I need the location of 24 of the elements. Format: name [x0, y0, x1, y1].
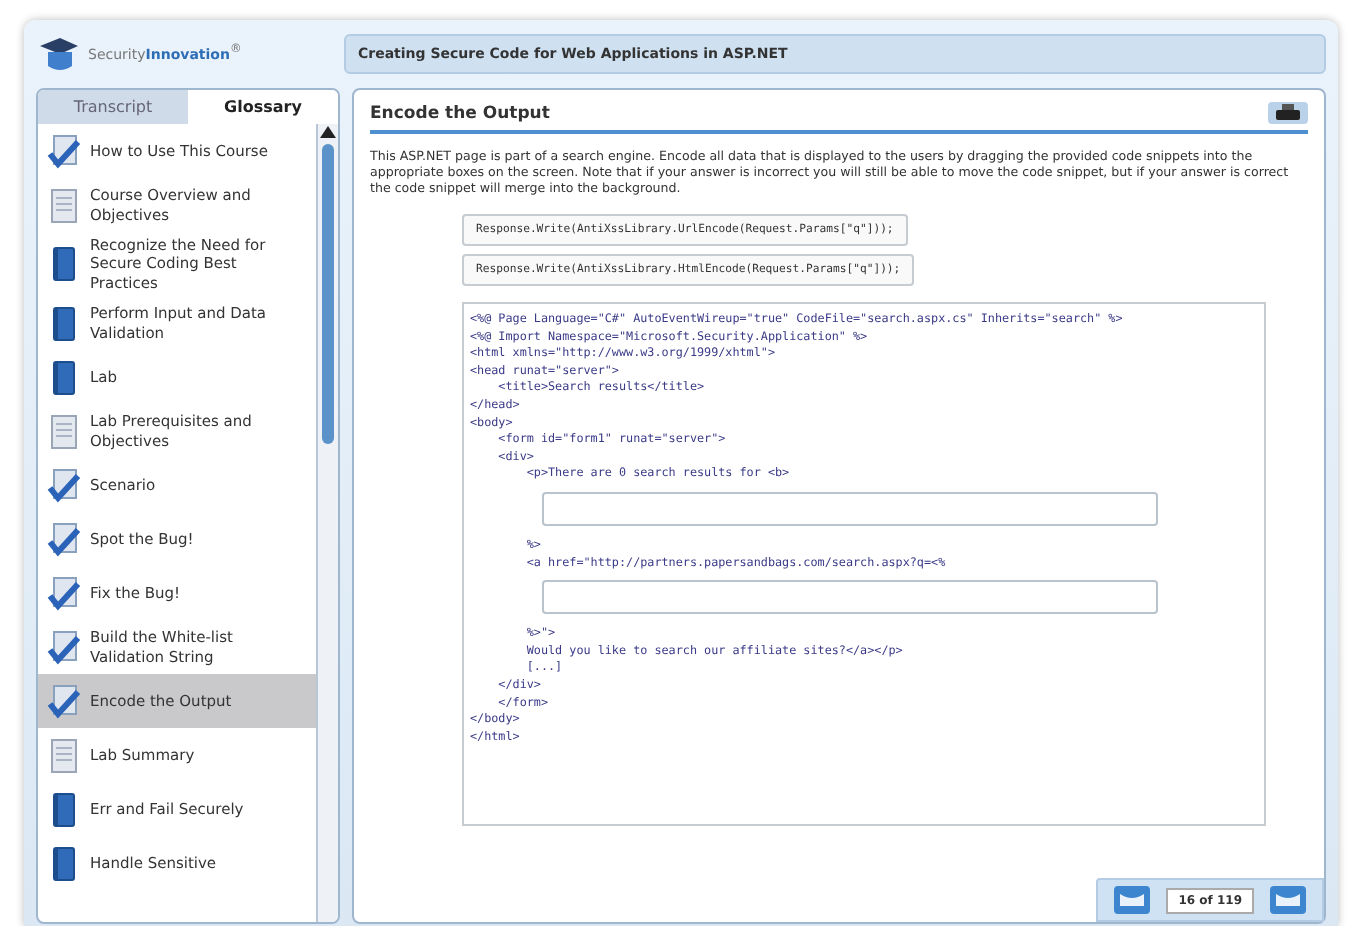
mortarboard-logo-icon	[36, 34, 80, 74]
book-icon	[50, 305, 78, 342]
checked-document-icon	[46, 467, 82, 504]
book-icon	[50, 845, 78, 882]
page-icon	[46, 413, 82, 450]
book-icon	[50, 246, 78, 283]
checked-document-icon	[46, 521, 82, 558]
scrollbar[interactable]	[316, 124, 338, 922]
drop-zone[interactable]	[542, 491, 1158, 526]
book-icon	[50, 791, 78, 828]
page-icon	[46, 187, 82, 223]
checked-document-icon	[46, 575, 82, 612]
sidebar-tab[interactable]: Transcript	[38, 90, 188, 124]
book-icon	[50, 359, 78, 396]
page-title: Encode the Output	[370, 103, 550, 123]
checked-document-icon	[46, 629, 82, 666]
printer-icon	[1276, 104, 1300, 122]
print-button[interactable]	[1268, 102, 1308, 124]
drop-zone[interactable]	[542, 580, 1158, 615]
checked-document-icon	[46, 683, 82, 720]
sidebar-tab[interactable]: Glossary	[188, 90, 338, 124]
scroll-thumb[interactable]	[322, 144, 334, 444]
page-icon	[46, 737, 82, 774]
checked-document-icon	[46, 133, 82, 169]
